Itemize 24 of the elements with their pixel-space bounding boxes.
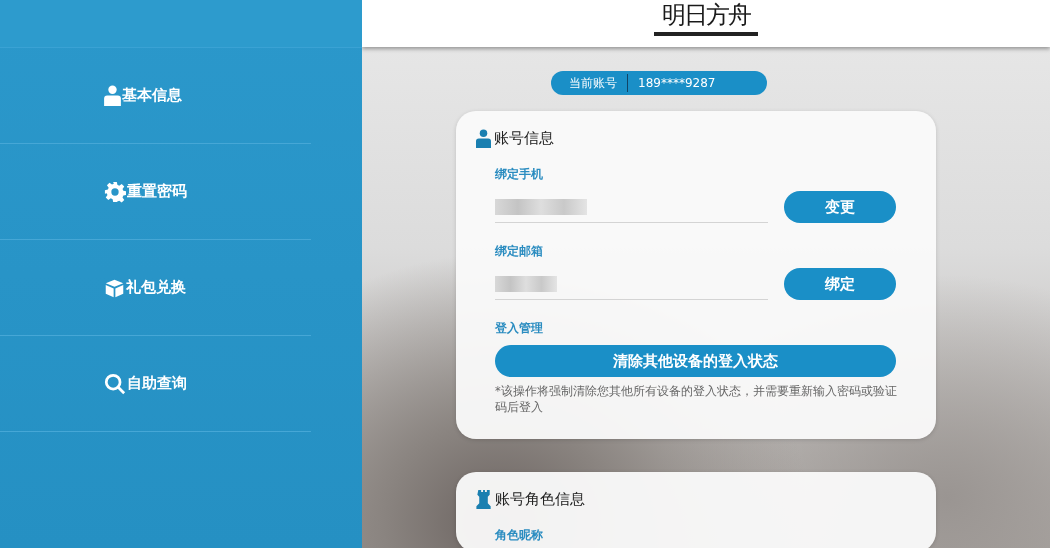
sidebar-item[interactable]: 重置密码: [0, 144, 311, 240]
field-label: 绑定手机: [495, 166, 544, 183]
sidebar-item[interactable]: 自助查询: [0, 336, 311, 432]
search-icon: [104, 372, 126, 395]
clear-sessions-button[interactable]: 清除其他设备的登入状态: [495, 345, 896, 377]
settings-icon: [104, 180, 126, 203]
person-icon: [104, 85, 121, 106]
game-logo[interactable]: 明日方舟: [654, 2, 758, 36]
box-icon: [104, 277, 125, 298]
sidebar-item[interactable]: 礼包兑换: [0, 240, 311, 336]
account-number: 189****9287: [638, 76, 716, 90]
field-label: 登入管理: [495, 320, 544, 337]
person-icon: [476, 129, 491, 148]
action-button[interactable]: 变更: [784, 191, 896, 223]
field-label: 绑定邮箱: [495, 243, 544, 260]
action-button[interactable]: 绑定: [784, 268, 896, 300]
card-title: 账号信息: [494, 129, 554, 148]
blurred-value: [495, 275, 557, 292]
tower-icon: [476, 490, 492, 509]
account-label: 当前账号: [569, 74, 618, 92]
warning-note: *该操作将强制清除您其他所有设备的登入状态，并需要重新输入密码或验证码后登入: [495, 383, 898, 415]
card-title: 账号角色信息: [495, 490, 585, 509]
field-label: 角色昵称: [495, 527, 544, 544]
sidebar-item[interactable]: 基本信息: [0, 48, 311, 144]
